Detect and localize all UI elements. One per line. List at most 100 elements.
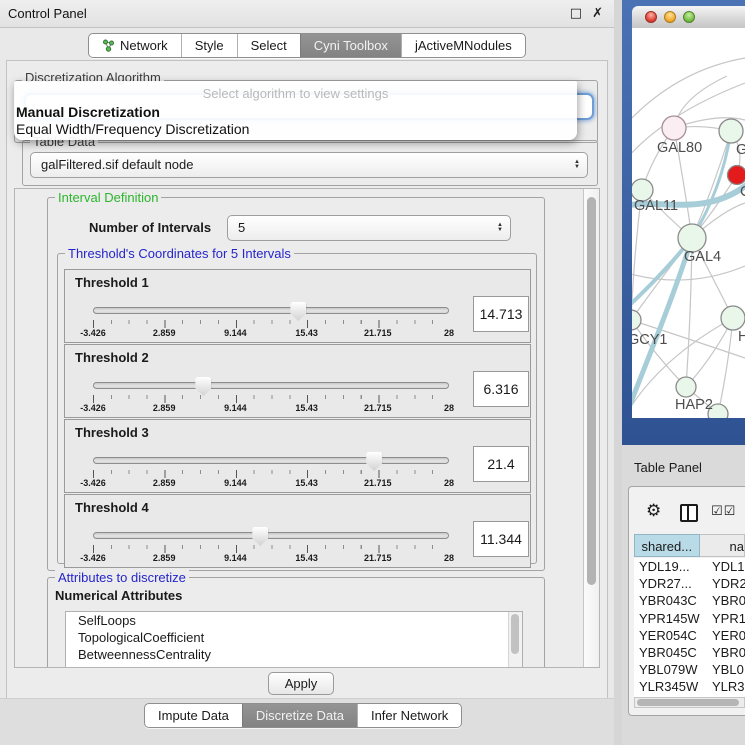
tab-infer-network[interactable]: Infer Network [357, 704, 461, 727]
tab-select[interactable]: Select [237, 34, 300, 57]
tab-impute-data[interactable]: Impute Data [145, 704, 242, 727]
threshold-slider[interactable] [93, 450, 449, 472]
slider-ticks [93, 470, 450, 478]
svg-text:GCY1: GCY1 [632, 332, 668, 348]
threshold-value-field[interactable]: 6.316 [473, 371, 529, 407]
tick-label: 9.144 [211, 478, 259, 488]
split-columns-icon[interactable] [680, 504, 698, 522]
tick-label: 21.715 [354, 328, 402, 338]
panel-title: Control Panel [8, 6, 87, 21]
gear-icon[interactable]: ⚙ [646, 501, 661, 521]
table-body[interactable]: YDL19... YDL1 YDR27... YDR2 YBR043C YBR0… [634, 558, 745, 697]
float-window-icon[interactable]: □ [570, 6, 582, 21]
tick-label: 28 [425, 478, 473, 488]
slider-thumb[interactable] [195, 377, 211, 396]
attribute-list-item[interactable]: TopologicalCoefficient [66, 629, 522, 646]
select-columns-checkboxes-icon[interactable]: ☑☑ [711, 504, 736, 519]
table-row[interactable]: YBL079W YBL0 [634, 661, 745, 678]
threshold-value-field[interactable]: 21.4 [473, 446, 529, 482]
algorithm-popup: Select algorithm to view settings Manual… [14, 81, 577, 140]
tick-label: 9.144 [211, 328, 259, 338]
node-hap2[interactable] [676, 377, 696, 397]
tick-label: 9.144 [211, 553, 259, 563]
tab-cyni-toolbox[interactable]: Cyni Toolbox [300, 34, 401, 57]
tick-label: -3.426 [69, 478, 117, 488]
network-nodes [632, 116, 745, 418]
slider-tick-labels: -3.426 2.859 9.144 15.43 21.715 28 [93, 553, 449, 565]
scrollbar-thumb[interactable] [587, 197, 596, 585]
threshold-slider[interactable] [93, 525, 449, 547]
tab-jactivemnodules[interactable]: jActiveMNodules [401, 34, 525, 57]
tab-network[interactable]: Network [89, 34, 181, 57]
table-row[interactable]: YPR145W YPR1 [634, 610, 745, 627]
node-h[interactable] [721, 306, 745, 330]
threshold-value-field[interactable]: 14.713 [473, 296, 529, 332]
tab-style[interactable]: Style [181, 34, 237, 57]
tick-label: 21.715 [354, 553, 402, 563]
network-view-canvas[interactable]: GAL80 G C GAL11 GAL4 GCY1 H HAP2 [632, 28, 745, 418]
node-gal80[interactable] [662, 116, 686, 140]
zoom-traffic-light-icon[interactable] [683, 11, 695, 23]
table-horizontal-scrollbar[interactable] [634, 697, 745, 708]
slider-thumb[interactable] [290, 302, 306, 321]
tick-label: -3.426 [69, 403, 117, 413]
column-header-shared-name[interactable]: shared... [634, 534, 700, 557]
scrollbar-thumb[interactable] [637, 699, 739, 706]
slider-ticks [93, 545, 450, 553]
threshold-slider[interactable] [93, 375, 449, 397]
table-row[interactable]: YER054C YER0 [634, 627, 745, 644]
slider-ticks [93, 320, 450, 328]
network-window-titlebar[interactable] [632, 6, 745, 29]
tick-label: 15.43 [283, 478, 331, 488]
tick-label: 28 [425, 553, 473, 563]
apply-button[interactable]: Apply [268, 672, 334, 695]
top-tab-bar: Network Style Select Cyni Toolbox jActiv… [88, 33, 526, 58]
close-icon[interactable]: ✗ [592, 6, 603, 21]
tab-discretize-data[interactable]: Discretize Data [242, 704, 357, 727]
svg-text:H: H [738, 329, 745, 345]
node-selected-red[interactable] [728, 166, 745, 185]
slider-thumb[interactable] [252, 527, 268, 546]
settings-scrollbar[interactable] [583, 189, 599, 667]
popup-option-equal-width[interactable]: Equal Width/Frequency Discretization [16, 121, 249, 137]
threshold-slider[interactable] [93, 300, 449, 322]
table-row[interactable]: YDL19... YDL1 [634, 558, 745, 575]
slider-ticks [93, 395, 450, 403]
tick-label: 21.715 [354, 403, 402, 413]
table-header-row: shared... na [634, 534, 745, 557]
thresholds-group-title: Threshold's Coordinates for 5 Intervals [65, 246, 294, 261]
threshold-value-field[interactable]: 11.344 [473, 521, 529, 557]
numerical-attributes-list[interactable]: SelfLoops TopologicalCoefficient Between… [65, 611, 523, 668]
interval-definition-title: Interval Definition [55, 190, 161, 205]
attribute-list-item[interactable]: BetweennessCentrality [66, 646, 522, 663]
table-row[interactable]: YDR27... YDR2 [634, 575, 745, 592]
tick-label: 9.144 [211, 403, 259, 413]
table-data-combobox[interactable]: galFiltered.sif default node ▲▼ [30, 152, 588, 178]
settings-scrollpane: Interval Definition Number of Intervals … [14, 188, 600, 668]
minimize-traffic-light-icon[interactable] [664, 11, 676, 23]
table-row[interactable]: YBR045C YBR0 [634, 644, 745, 661]
list-scrollbar[interactable] [508, 612, 522, 668]
table-row[interactable]: YLR345W YLR3 [634, 678, 745, 695]
combo-stepper-icon: ▲▼ [574, 160, 580, 170]
number-of-intervals-combobox[interactable]: 5 ▲▼ [227, 215, 511, 241]
threshold-panel: Threshold 4 -3.426 2.859 9.144 15.43 21.… [64, 494, 531, 568]
tick-label: 28 [425, 403, 473, 413]
slider-thumb[interactable] [366, 452, 382, 471]
node-gcy1[interactable] [632, 310, 641, 330]
tick-label: 15.43 [283, 328, 331, 338]
network-icon [102, 39, 115, 52]
close-traffic-light-icon[interactable] [645, 11, 657, 23]
slider-tick-labels: -3.426 2.859 9.144 15.43 21.715 28 [93, 403, 449, 415]
slider-tick-labels: -3.426 2.859 9.144 15.43 21.715 28 [93, 478, 449, 490]
combo-stepper-icon: ▲▼ [497, 223, 503, 233]
column-header-name[interactable]: na [700, 534, 745, 557]
attribute-list-item[interactable]: SelfLoops [66, 612, 522, 629]
node-gal4[interactable] [678, 224, 706, 252]
attributes-group-title: Attributes to discretize [55, 570, 189, 585]
tick-label: -3.426 [69, 553, 117, 563]
node-top-right[interactable] [719, 119, 743, 143]
popup-option-manual[interactable]: Manual Discretization [16, 104, 160, 120]
tab-network-label: Network [120, 34, 168, 57]
table-row[interactable]: YBR043C YBR0 [634, 592, 745, 609]
